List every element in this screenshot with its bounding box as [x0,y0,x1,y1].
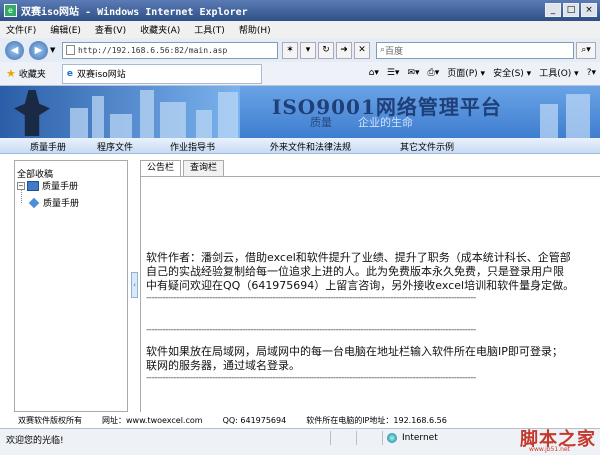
menu-bar: 文件(F) 编辑(E) 查看(V) 收藏夹(A) 工具(T) 帮助(H) [0,21,600,38]
footer-ip: 软件所在电脑的IP地址：192.168.6.56 [306,415,447,425]
building-shape [92,96,104,138]
building-shape [110,114,132,138]
status-text: 欢迎您的光临! [6,436,64,446]
search-input[interactable]: ⌕ 百度 [376,41,574,59]
folder-icon [27,180,39,191]
favorites-label: 收藏夹 [18,70,46,80]
tools-menu[interactable]: 工具(O) ▾ [539,66,579,79]
tab-announcements[interactable]: 公告栏 [140,160,182,176]
help-icon[interactable]: ?▾ [587,68,596,78]
menu-file[interactable]: 文件(F) [6,23,36,36]
building-shape [140,90,154,138]
banner-subtitle-1: 质量 [310,116,332,129]
site-banner: ISO9001网络管理平台 质量 企业的生命 [0,86,600,138]
search-button[interactable]: ⌕▾ [576,41,596,59]
tab-query[interactable]: 查询栏 [183,160,225,176]
tree-leaf-label: 质量手册 [43,199,80,209]
tree-panel: 全部收稿 − 质量手册 质量手册 [14,160,128,412]
building-shape [218,92,238,138]
zone-label: Internet [402,433,438,443]
favorites-button[interactable]: ★ 收藏夹 [6,67,46,80]
menu-edit[interactable]: 编辑(E) [50,23,81,36]
divider-line: ----------------------------------------… [146,293,476,303]
nav-procedures[interactable]: 程序文件 [97,140,133,153]
divider-line: ----------------------------------------… [146,325,476,335]
nav-work-instructions[interactable]: 作业指导书 [170,140,215,153]
menu-favorites[interactable]: 收藏夹(A) [140,23,180,36]
menu-view[interactable]: 查看(V) [95,23,126,36]
content-tabs: 公告栏 查询栏 [140,160,226,176]
address-bar: ◀ ▶ ▼ http://192.168.6.56:82/main.asp ✶ … [0,38,600,62]
title-bar: e 双赛iso网站 - Windows Internet Explorer _ … [0,0,600,21]
page-footer: 双赛软件版权所有 网址：www.twoexcel.com QQ: 6419756… [0,412,600,428]
page-menu[interactable]: 页面(P) ▾ [447,66,485,79]
window-controls: _ □ × [543,3,597,17]
go-icon[interactable]: ➜ [336,41,352,59]
url-field[interactable]: http://192.168.6.56:82/main.asp [62,41,278,59]
ie-icon: e [4,4,17,17]
forward-icon[interactable]: ▶ [29,40,48,60]
building-shape [566,94,590,138]
divider-line: ----------------------------------------… [146,373,476,383]
nav-quality-manual[interactable]: 质量手册 [30,140,66,153]
search-placeholder: 百度 [385,46,404,57]
notice-line: 软件作者：潘剑云，借助excel和软件提升了业绩、提升了职务（成本统计科长、企管… [146,251,571,264]
star-icon: ★ [6,67,16,80]
site-nav: 质量手册 程序文件 作业指导书 外来文件和法律法规 其它文件示例 [0,138,600,154]
notice-line: 联网的服务器，通过域名登录。 [146,359,300,372]
building-shape [70,108,88,138]
tree-leaf[interactable]: 质量手册 [28,196,80,209]
maximize-button[interactable]: □ [563,3,579,17]
stop-icon[interactable]: ✕ [354,41,370,59]
building-shape [196,110,212,138]
status-divider [356,431,357,445]
history-dropdown-icon[interactable]: ▼ [50,46,58,54]
tab-page-icon: e [66,68,73,79]
announcement-panel: 软件作者：潘剑云，借助excel和软件提升了业绩、提升了职务（成本统计科长、企管… [140,176,600,412]
building-shape [160,102,186,138]
footer-site: 网址：www.twoexcel.com [102,415,203,425]
notice-line: 软件如果放在局域网，局域网中的每一台电脑在地址栏输入软件所在电脑IP即可登录； [146,345,563,358]
compat-icon[interactable]: ✶ [282,41,298,59]
status-bar: 欢迎您的光临! Internet [0,428,600,455]
print-icon[interactable]: ⎙▾ [428,68,440,78]
nav-other-docs[interactable]: 其它文件示例 [400,140,454,153]
safety-menu[interactable]: 安全(S) ▾ [493,66,531,79]
menu-help[interactable]: 帮助(H) [239,23,271,36]
command-bar: ⌂▾ ☰▾ ✉▾ ⎙▾ 页面(P) ▾ 安全(S) ▾ 工具(O) ▾ ?▾ [361,66,596,80]
tree-folder[interactable]: − 质量手册 [17,179,78,192]
url-dropdown-icon[interactable]: ▾ [300,41,316,59]
nav-external-docs[interactable]: 外来文件和法律法规 [270,140,351,153]
browser-tab[interactable]: e 双赛iso网站 [61,63,262,84]
feeds-icon[interactable]: ☰▾ [387,68,400,78]
building-shape [540,104,558,138]
security-zone[interactable]: Internet [382,431,492,445]
page-icon [66,45,75,55]
window-title: 双赛iso网站 - Windows Internet Explorer [21,7,248,18]
home-icon[interactable]: ⌂▾ [369,68,379,78]
globe-icon [387,433,397,443]
collapse-box-icon[interactable]: − [17,181,25,190]
minimize-button[interactable]: _ [545,3,561,17]
document-icon [28,197,40,208]
close-button[interactable]: × [581,3,597,17]
notice-line: 中有疑问欢迎在QQ（641975694）上留言咨询，另外接收excel培训和软件… [146,279,575,292]
mail-icon[interactable]: ✉▾ [407,68,419,78]
back-icon[interactable]: ◀ [5,40,24,60]
status-divider [330,431,331,445]
footer-copyright: 双赛软件版权所有 [18,415,82,425]
tab-title: 双赛iso网站 [77,70,126,80]
menu-tools[interactable]: 工具(T) [194,23,225,36]
watermark-url: www.jb51.net [529,446,570,453]
tree-folder-label: 质量手册 [42,182,79,192]
collapse-panel-handle[interactable]: ‹ [131,272,138,298]
url-text: http://192.168.6.56:82/main.asp [78,45,228,55]
banner-subtitle-2: 企业的生命 [358,116,413,129]
refresh-icon[interactable]: ↻ [318,41,334,59]
notice-line: 自己的实战经验复制给每一位追求上进的人。此为免费版本永久免费，只是登录用户限 [146,265,564,278]
address-tools: ✶ ▾ ↻ ➜ ✕ [280,41,370,59]
footer-qq: QQ: 641975694 [222,415,287,425]
